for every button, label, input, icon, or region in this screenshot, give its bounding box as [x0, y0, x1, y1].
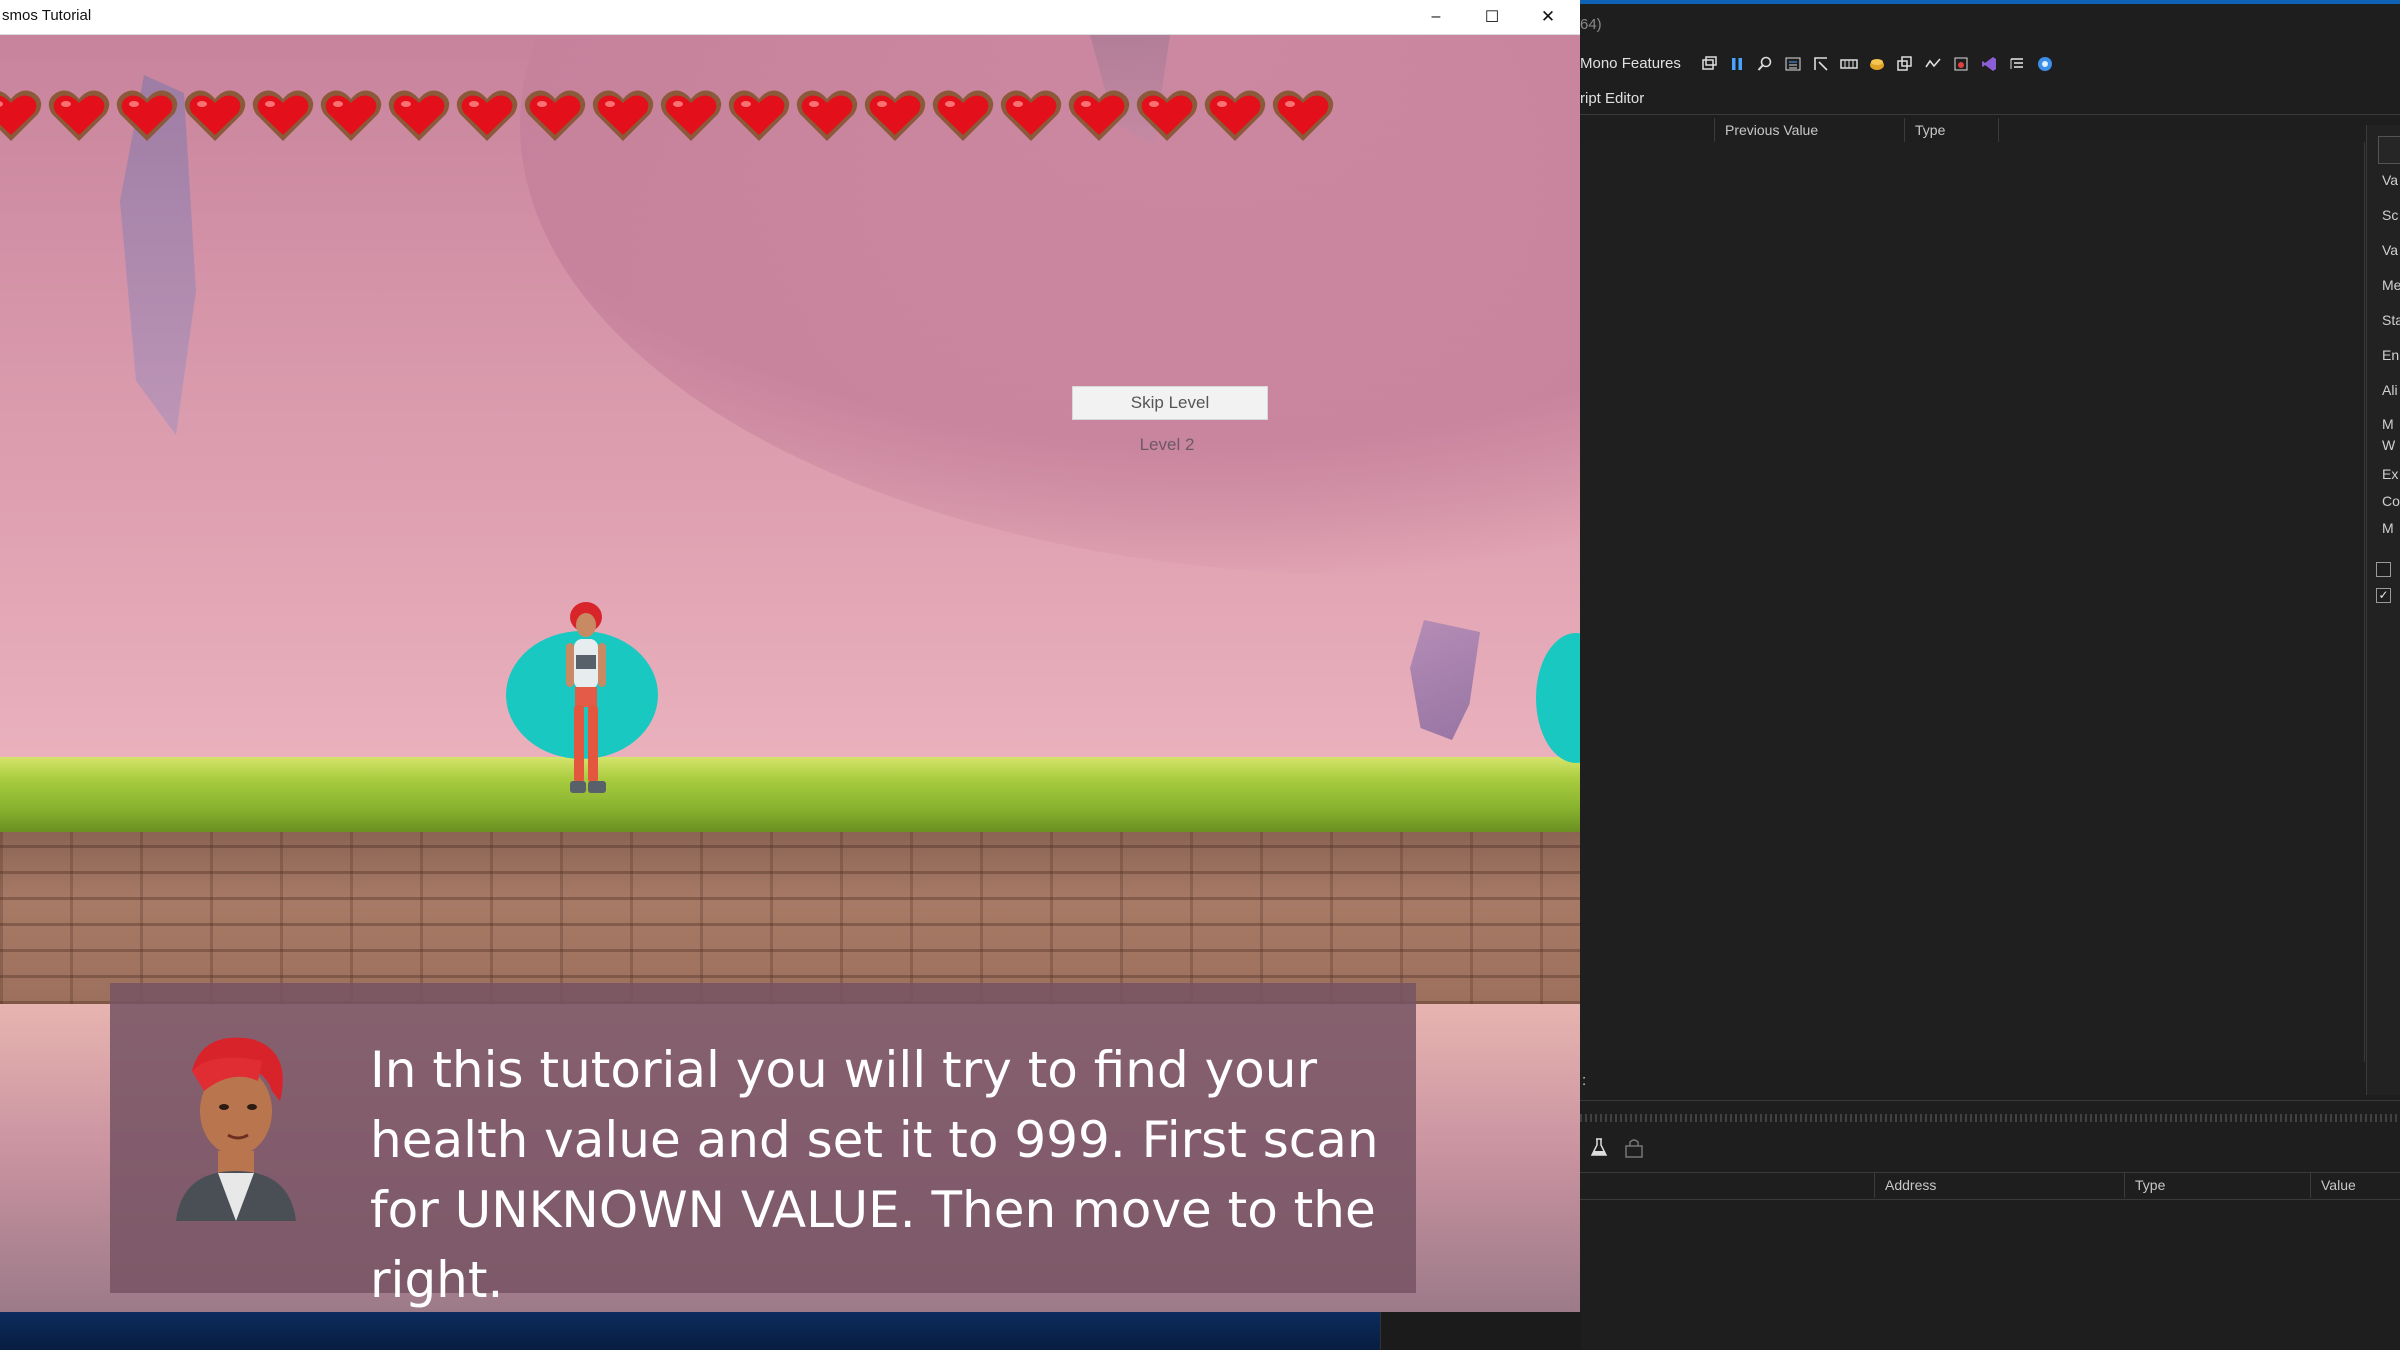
pointer-icon[interactable] — [1812, 55, 1830, 73]
option-label: Sc — [2382, 207, 2399, 223]
option-label: Va — [2382, 172, 2399, 188]
option-checkbox[interactable] — [2376, 562, 2391, 577]
skip-level-button[interactable]: Skip Level — [1072, 386, 1268, 420]
scan-options-panel — [2366, 125, 2400, 1095]
desktop-taskbar — [0, 1312, 1380, 1350]
heart-icon — [454, 87, 520, 145]
minimize-icon: – — [1431, 8, 1441, 25]
maximize-button[interactable]: ☐ — [1464, 0, 1520, 34]
enemy-shield — [1536, 633, 1580, 763]
tutorial-dialog: In this tutorial you will try to find yo… — [110, 983, 1416, 1309]
heart-icon — [658, 87, 724, 145]
ce-toolbar — [1700, 50, 2054, 78]
game-window: smos Tutorial – ☐ ✕ Skip Level Level 2 I… — [0, 0, 1580, 1312]
memory-icon[interactable] — [1840, 55, 1858, 73]
found-addresses-list[interactable] — [1580, 142, 2365, 1062]
heart-icon — [0, 87, 44, 145]
search-icon[interactable] — [1756, 55, 1774, 73]
compare-icon[interactable] — [1924, 55, 1942, 73]
heart-icon — [1202, 87, 1268, 145]
maximize-icon: ☐ — [1484, 9, 1500, 26]
game-scene[interactable]: Skip Level Level 2 In this tutorial you … — [0, 35, 1580, 1312]
option-label: Va — [2382, 242, 2399, 258]
window-icon[interactable] — [1700, 55, 1718, 73]
option-label: En — [2382, 347, 2400, 363]
option-label: Ali — [2382, 382, 2398, 398]
stone-ground — [0, 832, 1580, 1004]
floating-rock — [1410, 620, 1480, 740]
list-icon[interactable] — [1784, 55, 1802, 73]
flask-icon[interactable] — [1590, 1138, 1608, 1163]
column-header-value[interactable]: Value — [2310, 1172, 2400, 1198]
panel-splitter[interactable] — [1580, 1114, 2400, 1122]
scan-value-box[interactable] — [2378, 136, 2400, 164]
menu-mono-features[interactable]: Mono Features — [1580, 55, 1681, 72]
menu-script-editor[interactable]: ript Editor — [1580, 90, 1644, 112]
option-label: Co — [2382, 493, 2400, 509]
option-label: M — [2382, 416, 2394, 432]
desktop-taskbar-right — [1380, 1312, 1581, 1350]
window-accent-line — [1580, 0, 2400, 4]
lock-icon[interactable] — [1624, 1138, 1644, 1163]
column-header-empty — [1998, 118, 2366, 142]
heart-icon — [1066, 87, 1132, 145]
option-label: Ex — [2382, 466, 2399, 482]
heart-icon — [998, 87, 1064, 145]
player-character — [566, 602, 606, 793]
heart-icon — [522, 87, 588, 145]
heart-icon — [726, 87, 792, 145]
ce-title-fragment: 64) — [1580, 16, 1602, 33]
level-label: Level 2 — [1139, 435, 1195, 454]
close-icon: ✕ — [1540, 7, 1556, 26]
heart-icon — [182, 87, 248, 145]
option-checkbox-checked[interactable]: ✓ — [2376, 588, 2391, 603]
palette-icon[interactable] — [1868, 55, 1886, 73]
health-hearts — [0, 87, 1336, 145]
window-title: smos Tutorial — [2, 7, 92, 24]
column-header-address[interactable]: Address — [1874, 1172, 2124, 1198]
copy-icon[interactable] — [1896, 55, 1914, 73]
list-detail-icon[interactable] — [2008, 55, 2026, 73]
option-label: Me — [2382, 277, 2400, 293]
heart-icon — [318, 87, 384, 145]
heart-icon — [930, 87, 996, 145]
heart-icon — [794, 87, 860, 145]
grass-platform — [0, 757, 1580, 832]
game-title-bar: smos Tutorial – ☐ ✕ — [0, 0, 1580, 35]
heart-icon — [114, 87, 180, 145]
heart-icon — [1134, 87, 1200, 145]
close-button[interactable]: ✕ — [1520, 0, 1576, 34]
heart-icon — [1270, 87, 1336, 145]
divider — [1580, 114, 2400, 115]
tutorial-message: In this tutorial you will try to find yo… — [370, 1041, 1379, 1309]
pause-icon[interactable] — [1728, 55, 1746, 73]
heart-icon — [386, 87, 452, 145]
character-portrait — [176, 1037, 296, 1221]
option-label: M — [2382, 520, 2394, 536]
column-header-type[interactable]: Type — [2124, 1172, 2310, 1198]
settings-circle-icon[interactable] — [2036, 55, 2054, 73]
column-header-type[interactable]: Type — [1904, 118, 1998, 142]
option-label: W — [2382, 437, 2396, 453]
address-list-toolbar — [1590, 1138, 1644, 1163]
minimize-button[interactable]: – — [1408, 0, 1464, 34]
heart-icon — [250, 87, 316, 145]
visual-studio-icon[interactable] — [1980, 55, 1998, 73]
heart-icon — [862, 87, 928, 145]
column-header-previous-value[interactable]: Previous Value — [1714, 118, 1904, 142]
heart-icon — [590, 87, 656, 145]
debug-icon[interactable] — [1952, 55, 1970, 73]
option-label: Sta — [2382, 312, 2400, 328]
divider — [1580, 1100, 2400, 1101]
heart-icon — [46, 87, 112, 145]
status-colon: : — [1582, 1072, 1587, 1089]
ce-menubar: Mono Features — [1580, 48, 1681, 78]
